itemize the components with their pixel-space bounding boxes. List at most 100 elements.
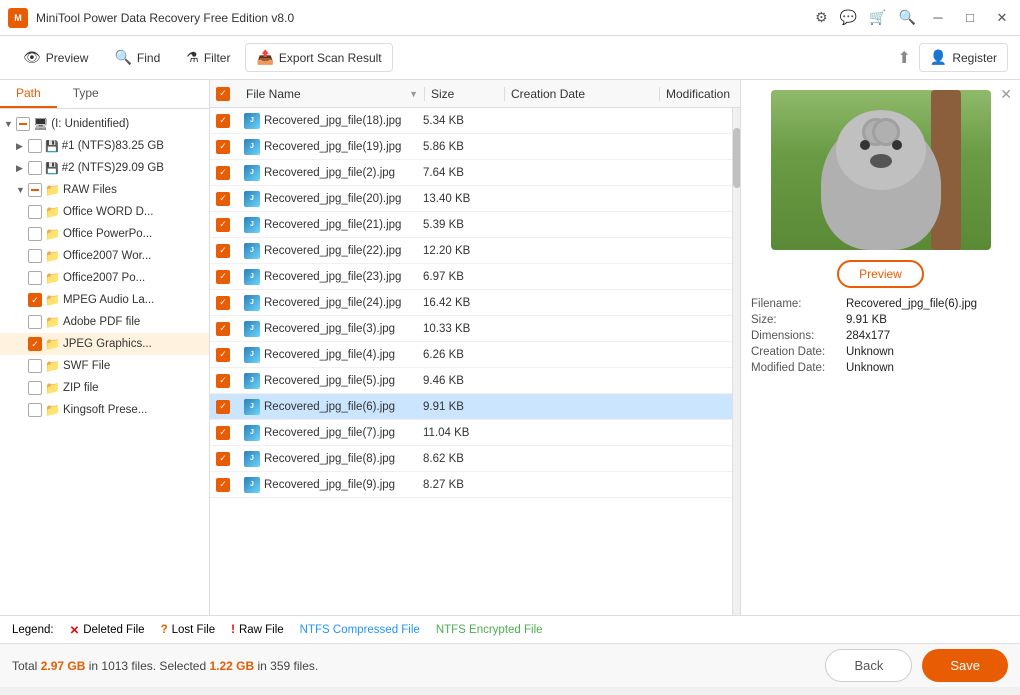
preview-button[interactable]: 👁 Preview [12, 43, 99, 72]
file-row[interactable]: ✓ J Recovered_jpg_file(4).jpg 6.26 KB [210, 342, 732, 368]
file-checkbox[interactable]: ✓ [216, 322, 230, 336]
select-all-checkbox[interactable]: ✓ [216, 87, 230, 101]
file-row[interactable]: ✓ J Recovered_jpg_file(2).jpg 7.64 KB [210, 160, 732, 186]
file-checkbox-col: ✓ [210, 192, 240, 206]
file-size: 6.26 KB [417, 349, 497, 361]
tree-item-raw[interactable]: ▼ 📁 RAW Files [0, 179, 209, 201]
header-modification: Modification [660, 87, 740, 101]
jpg-icon-label: J [250, 455, 254, 462]
find-button[interactable]: 🔍 Find [103, 43, 171, 72]
tree-label-root: (I: Unidentified) [51, 118, 129, 130]
search-icon[interactable]: 🔍 [899, 9, 916, 26]
file-checkbox[interactable]: ✓ [216, 140, 230, 154]
folder-icon: 📁 [45, 359, 60, 373]
tab-type[interactable]: Type [57, 80, 115, 108]
file-checkbox[interactable]: ✓ [216, 400, 230, 414]
tree-item-jpeg[interactable]: ✓ 📁 JPEG Graphics... [0, 333, 209, 355]
filter-button[interactable]: ⚗ Filter [175, 43, 241, 72]
checkbox-word[interactable] [28, 205, 42, 219]
tree-item-ntfs2[interactable]: ▶ 💾 #2 (NTFS)29.09 GB [0, 157, 209, 179]
file-icon: J [244, 321, 260, 337]
checkbox-ppt2[interactable] [28, 271, 42, 285]
file-checkbox[interactable]: ✓ [216, 192, 230, 206]
file-checkbox[interactable]: ✓ [216, 452, 230, 466]
tree-item-ppt2[interactable]: 📁 Office2007 Po... [0, 267, 209, 289]
close-button[interactable]: ✕ [992, 8, 1012, 28]
tree-item-swf[interactable]: 📁 SWF File [0, 355, 209, 377]
file-checkbox-col: ✓ [210, 166, 240, 180]
tree-item-pdf[interactable]: 📁 Adobe PDF file [0, 311, 209, 333]
file-row[interactable]: ✓ J Recovered_jpg_file(9).jpg 8.27 KB [210, 472, 732, 498]
checkbox-pdf[interactable] [28, 315, 42, 329]
header-size: Size [425, 87, 505, 101]
sort-icon[interactable]: ▼ [409, 89, 418, 99]
file-size: 16.42 KB [417, 297, 497, 309]
file-checkbox[interactable]: ✓ [216, 426, 230, 440]
tree-item-root[interactable]: ▼ 🖥 (I: Unidentified) [0, 113, 209, 135]
file-checkbox[interactable]: ✓ [216, 166, 230, 180]
checkbox-kingsoft[interactable] [28, 403, 42, 417]
preview-action-button[interactable]: Preview [837, 260, 924, 288]
file-checkbox[interactable]: ✓ [216, 296, 230, 310]
minimize-button[interactable]: ─ [928, 8, 948, 28]
file-row[interactable]: ✓ J Recovered_jpg_file(20).jpg 13.40 KB [210, 186, 732, 212]
vertical-scrollbar[interactable] [732, 108, 740, 615]
folder-icon: 📁 [45, 227, 60, 241]
jpg-icon-label: J [250, 247, 254, 254]
file-checkbox[interactable]: ✓ [216, 348, 230, 362]
checkbox-zip[interactable] [28, 381, 42, 395]
file-row[interactable]: ✓ J Recovered_jpg_file(23).jpg 6.97 KB [210, 264, 732, 290]
export-button[interactable]: 📤 Export Scan Result [245, 43, 392, 72]
checkbox-mpeg[interactable]: ✓ [28, 293, 42, 307]
checkbox-ntfs1[interactable] [28, 139, 42, 153]
close-preview-button[interactable]: ✕ [1000, 86, 1012, 103]
file-row[interactable]: ✓ J Recovered_jpg_file(18).jpg 5.34 KB [210, 108, 732, 134]
scrollbar-thumb[interactable] [733, 128, 740, 188]
tree-item-ntfs1[interactable]: ▶ 💾 #1 (NTFS)83.25 GB [0, 135, 209, 157]
chat-icon[interactable]: 💬 [840, 9, 857, 26]
file-checkbox[interactable]: ✓ [216, 478, 230, 492]
file-name-col: J Recovered_jpg_file(7).jpg [240, 425, 417, 441]
back-button[interactable]: Back [825, 649, 912, 682]
file-icon: J [244, 451, 260, 467]
file-row[interactable]: ✓ J Recovered_jpg_file(6).jpg 9.91 KB [210, 394, 732, 420]
maximize-button[interactable]: □ [960, 8, 980, 28]
file-checkbox[interactable]: ✓ [216, 270, 230, 284]
status-mid: in 1013 files. Selected [85, 659, 209, 673]
file-checkbox[interactable]: ✓ [216, 244, 230, 258]
tree-item-ppt[interactable]: 📁 Office PowerPo... [0, 223, 209, 245]
checkbox-ntfs2[interactable] [28, 161, 42, 175]
share-icon[interactable]: ⬆ [897, 48, 910, 68]
checkbox-root[interactable] [16, 117, 30, 131]
tab-path[interactable]: Path [0, 80, 57, 108]
file-row[interactable]: ✓ J Recovered_jpg_file(5).jpg 9.46 KB [210, 368, 732, 394]
preview-info: Filename: Recovered_jpg_file(6).jpg Size… [751, 296, 1010, 376]
file-row[interactable]: ✓ J Recovered_jpg_file(22).jpg 12.20 KB [210, 238, 732, 264]
tree-item-zip[interactable]: 📁 ZIP file [0, 377, 209, 399]
checkbox-swf[interactable] [28, 359, 42, 373]
save-button[interactable]: Save [922, 649, 1008, 682]
folder-icon: 📁 [45, 293, 60, 307]
checkbox-raw[interactable] [28, 183, 42, 197]
checkbox-ppt[interactable] [28, 227, 42, 241]
file-icon: J [244, 217, 260, 233]
settings-icon[interactable]: ⚙ [815, 9, 828, 26]
file-row[interactable]: ✓ J Recovered_jpg_file(7).jpg 11.04 KB [210, 420, 732, 446]
cart-icon[interactable]: 🛒 [869, 9, 886, 26]
file-row[interactable]: ✓ J Recovered_jpg_file(21).jpg 5.39 KB [210, 212, 732, 238]
checkbox-jpeg[interactable]: ✓ [28, 337, 42, 351]
expand-icon: ▶ [16, 163, 28, 174]
file-row[interactable]: ✓ J Recovered_jpg_file(8).jpg 8.62 KB [210, 446, 732, 472]
file-row[interactable]: ✓ J Recovered_jpg_file(19).jpg 5.86 KB [210, 134, 732, 160]
file-checkbox[interactable]: ✓ [216, 114, 230, 128]
file-row[interactable]: ✓ J Recovered_jpg_file(24).jpg 16.42 KB [210, 290, 732, 316]
tree-item-kingsoft[interactable]: 📁 Kingsoft Prese... [0, 399, 209, 421]
file-checkbox[interactable]: ✓ [216, 218, 230, 232]
register-button[interactable]: 👤 Register [919, 43, 1008, 72]
tree-item-word2[interactable]: 📁 Office2007 Wor... [0, 245, 209, 267]
file-checkbox[interactable]: ✓ [216, 374, 230, 388]
checkbox-word2[interactable] [28, 249, 42, 263]
file-row[interactable]: ✓ J Recovered_jpg_file(3).jpg 10.33 KB [210, 316, 732, 342]
tree-item-mpeg[interactable]: ✓ 📁 MPEG Audio La... [0, 289, 209, 311]
tree-item-word[interactable]: 📁 Office WORD D... [0, 201, 209, 223]
